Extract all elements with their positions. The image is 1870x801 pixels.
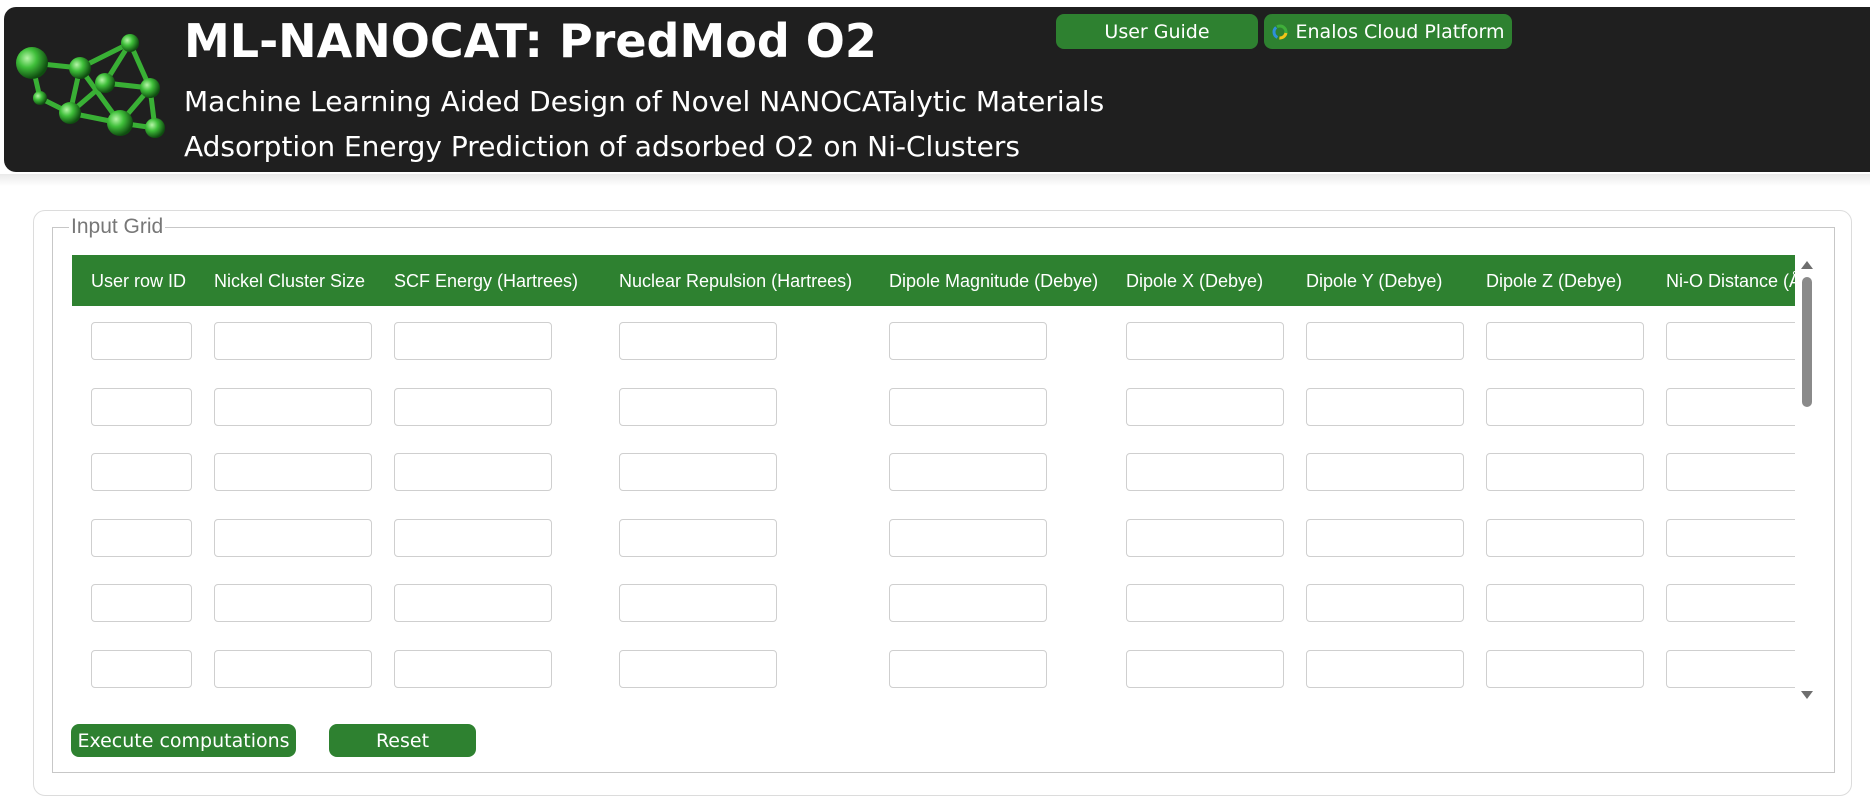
- column-header-dipole-y: Dipole Y (Debye): [1306, 271, 1443, 291]
- grid-cell-input[interactable]: [91, 388, 192, 426]
- grid-cell-input[interactable]: [214, 584, 372, 622]
- molecule-cluster-icon: [16, 34, 165, 138]
- user-guide-button[interactable]: User Guide: [1056, 14, 1258, 49]
- grid-cell-input[interactable]: [1486, 519, 1644, 557]
- grid-cell-input[interactable]: [1126, 322, 1284, 360]
- execute-computations-button[interactable]: Execute computations: [71, 724, 296, 757]
- grid-cell-input[interactable]: [889, 453, 1047, 491]
- header-shadow: [0, 174, 1870, 186]
- grid-cell-input[interactable]: [91, 453, 192, 491]
- column-header-dipole-magnitude: Dipole Magnitude (Debye): [889, 271, 1099, 291]
- reset-label: Reset: [375, 729, 430, 752]
- grid-cell-input[interactable]: [214, 519, 372, 557]
- grid-cell-input[interactable]: [1126, 388, 1284, 426]
- grid-cell-input[interactable]: [1306, 322, 1464, 360]
- grid-cell-input[interactable]: [1126, 519, 1284, 557]
- scroll-down-arrow-icon[interactable]: [1801, 691, 1813, 699]
- grid-cell-input[interactable]: [91, 519, 192, 557]
- grid-cell-input[interactable]: [394, 584, 552, 622]
- grid-cell-input[interactable]: [889, 388, 1047, 426]
- scroll-up-arrow-icon[interactable]: [1801, 261, 1813, 269]
- grid-cell-input[interactable]: [214, 388, 372, 426]
- grid-cell-input[interactable]: [1486, 453, 1644, 491]
- grid-cell-input[interactable]: [619, 322, 777, 360]
- grid-cell-input[interactable]: [619, 650, 777, 688]
- grid-cell-input[interactable]: [889, 650, 1047, 688]
- grid-cell-input[interactable]: [1306, 650, 1464, 688]
- grid-cell-input[interactable]: [394, 519, 552, 557]
- app-title: ML-NANOCAT: PredMod O2: [184, 14, 877, 68]
- grid-cell-input[interactable]: [91, 322, 192, 360]
- grid-cell-input[interactable]: [619, 584, 777, 622]
- grid-cell-input[interactable]: [394, 388, 552, 426]
- grid-cell-input[interactable]: [889, 584, 1047, 622]
- column-header-nuclear-repulsion: Nuclear Repulsion (Hartrees): [619, 271, 853, 291]
- grid-header-row: User row ID Nickel Cluster Size SCF Ener…: [72, 255, 1795, 306]
- input-grid-legend: Input Grid: [71, 215, 164, 238]
- scrollbar-thumb[interactable]: [1802, 277, 1812, 407]
- enalos-cloud-platform-label: Enalos Cloud Platform: [1295, 20, 1505, 43]
- enalos-cloud-platform-button[interactable]: Enalos Cloud Platform: [1264, 14, 1512, 49]
- grid-cell-input[interactable]: [214, 322, 372, 360]
- enalos-logo-icon: [1272, 24, 1287, 39]
- grid-cell-input[interactable]: [91, 584, 192, 622]
- column-header-dipole-x: Dipole X (Debye): [1126, 271, 1264, 291]
- grid-cell-input[interactable]: [619, 388, 777, 426]
- grid-cell-input[interactable]: [1666, 584, 1795, 622]
- grid-cell-input[interactable]: [1666, 650, 1795, 688]
- grid-cell-input[interactable]: [1306, 388, 1464, 426]
- app-subtitle-secondary: Adsorption Energy Prediction of adsorbed…: [184, 130, 1020, 163]
- grid-cell-input[interactable]: [889, 322, 1047, 360]
- grid-cell-input[interactable]: [1126, 584, 1284, 622]
- grid-scrollbar[interactable]: [1798, 255, 1816, 705]
- grid-cell-input[interactable]: [1306, 584, 1464, 622]
- grid-cell-input[interactable]: [1666, 519, 1795, 557]
- grid-cell-input[interactable]: [1486, 322, 1644, 360]
- grid-cell-input[interactable]: [1486, 584, 1644, 622]
- grid-cell-input[interactable]: [619, 453, 777, 491]
- reset-button[interactable]: Reset: [329, 724, 476, 757]
- grid-cell-input[interactable]: [1666, 322, 1795, 360]
- grid-cell-input[interactable]: [1666, 453, 1795, 491]
- grid-cell-input[interactable]: [1486, 650, 1644, 688]
- grid-cell-input[interactable]: [214, 453, 372, 491]
- input-grid: User row ID Nickel Cluster Size SCF Ener…: [72, 255, 1795, 705]
- grid-cell-input[interactable]: [214, 650, 372, 688]
- grid-cell-input[interactable]: [394, 650, 552, 688]
- grid-cell-input[interactable]: [91, 650, 192, 688]
- grid-cell-input[interactable]: [1306, 519, 1464, 557]
- grid-cell-input[interactable]: [1126, 650, 1284, 688]
- grid-cell-input[interactable]: [889, 519, 1047, 557]
- user-guide-label: User Guide: [1104, 20, 1210, 43]
- app-subtitle: Machine Learning Aided Design of Novel N…: [184, 85, 1105, 118]
- grid-cell-input[interactable]: [394, 453, 552, 491]
- grid-cell-input[interactable]: [619, 519, 777, 557]
- grid-cell-input[interactable]: [1666, 388, 1795, 426]
- column-header-user-row-id: User row ID: [91, 271, 187, 291]
- execute-computations-label: Execute computations: [77, 729, 290, 752]
- column-header-nickel-cluster-size: Nickel Cluster Size: [214, 271, 366, 291]
- column-header-scf-energy: SCF Energy (Hartrees): [394, 271, 579, 291]
- column-header-ni-o-distance: Ni-O Distance (Å): [1666, 271, 1795, 291]
- grid-cell-input[interactable]: [1306, 453, 1464, 491]
- grid-cell-input[interactable]: [1486, 388, 1644, 426]
- grid-cell-input[interactable]: [394, 322, 552, 360]
- column-header-dipole-z: Dipole Z (Debye): [1486, 271, 1623, 291]
- grid-cell-input[interactable]: [1126, 453, 1284, 491]
